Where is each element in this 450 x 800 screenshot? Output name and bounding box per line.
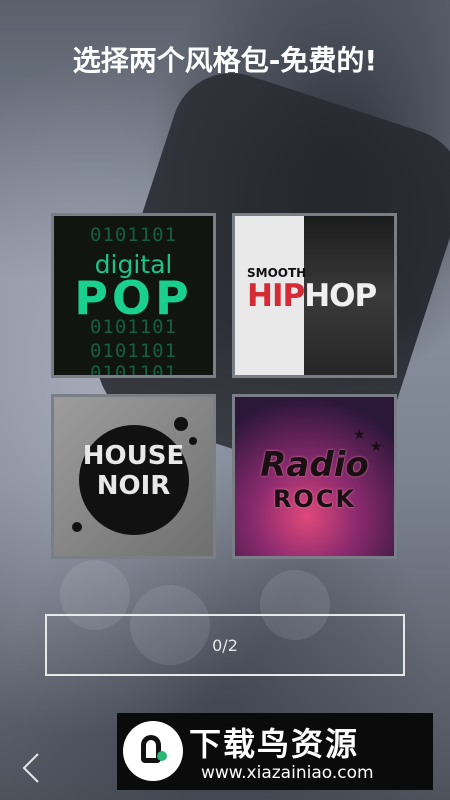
pack-title-line1: HOUSE	[82, 441, 185, 471]
ink-splat	[72, 522, 82, 532]
binary-text: 0101101	[89, 340, 178, 362]
selection-counter: 0/2	[45, 614, 405, 676]
pack-title-line1: Radio	[260, 445, 369, 485]
back-button[interactable]	[18, 750, 46, 786]
watermark-title: 下载鸟资源	[189, 725, 360, 763]
hop-text: HOP	[304, 278, 377, 314]
selection-count-text: 0/2	[212, 635, 238, 655]
binary-text: 0101101	[89, 362, 178, 378]
style-pack-grid: 0101101 digital POP 0101101 0101101 0101…	[51, 213, 398, 560]
ink-splat	[174, 417, 188, 431]
page-title: 选择两个风格包-免费的!	[72, 44, 378, 77]
watermark-url: www.xiazainiao.com	[201, 763, 374, 783]
binary-text: 0101101	[89, 224, 178, 246]
pack-tile-smooth-hiphop[interactable]: SMOOTH HIPHOP	[232, 213, 397, 378]
hip-text: HIP	[247, 278, 305, 314]
chevron-left-icon	[22, 753, 39, 783]
pack-title-line2: NOIR	[96, 471, 171, 501]
binary-text: 0101101	[89, 316, 178, 338]
pack-title-line2: HIPHOP	[247, 278, 377, 314]
pack-title: HOUSE NOIR	[54, 441, 213, 501]
watermark: 下载鸟资源 www.xiazainiao.com	[117, 713, 433, 790]
star-icon: ★	[353, 427, 366, 443]
pack-title-line2: ROCK	[272, 485, 357, 513]
pack-tile-house-noir[interactable]: HOUSE NOIR	[51, 394, 216, 559]
pack-tile-digital-pop[interactable]: 0101101 digital POP 0101101 0101101 0101…	[51, 213, 216, 378]
pack-tile-radio-rock[interactable]: ★ ★ Radio ROCK	[232, 394, 397, 559]
bird-logo-icon	[123, 721, 183, 781]
